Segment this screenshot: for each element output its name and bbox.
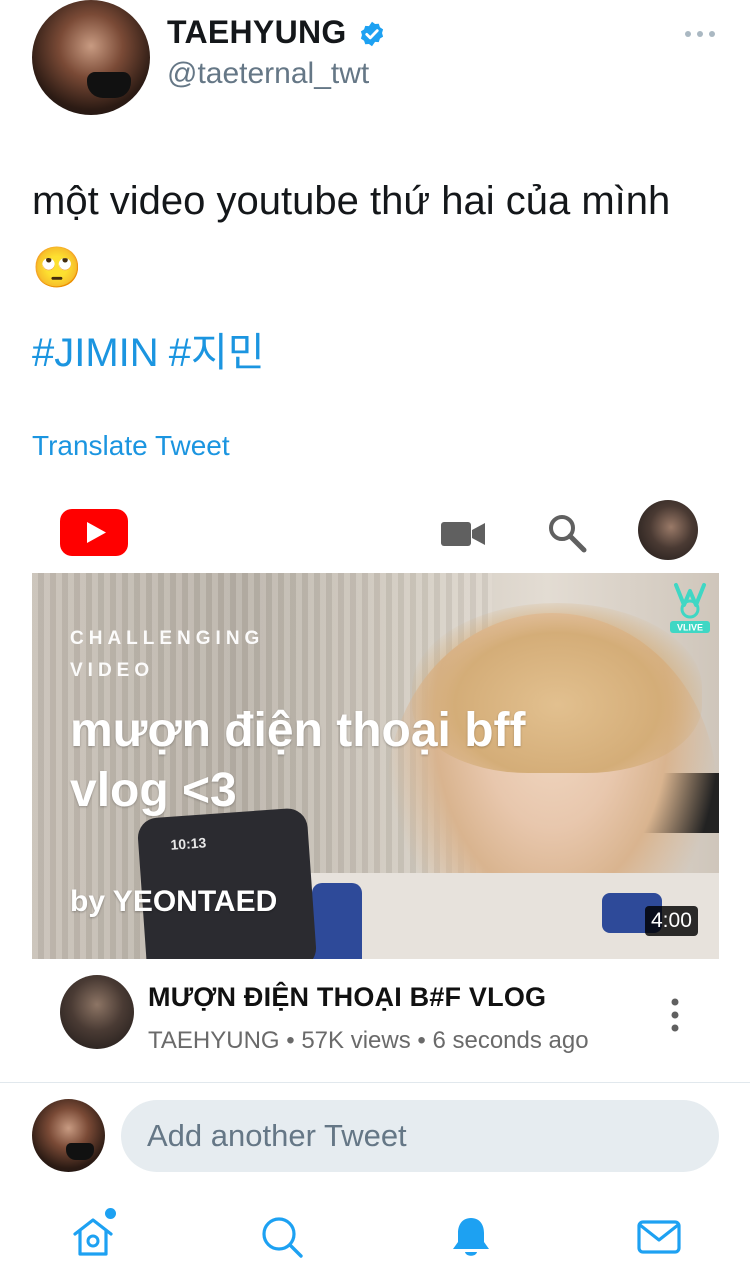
phone-clock: 10:13 xyxy=(169,834,207,853)
video-duration: 4:00 xyxy=(645,906,698,936)
translate-tweet-link[interactable]: Translate Tweet xyxy=(32,430,230,462)
camera-icon[interactable] xyxy=(441,520,485,548)
video-thumbnail[interactable]: 10:13 CHALLENGING VIDEO mượn điện thoại … xyxy=(32,573,719,959)
notifications-bell-icon[interactable] xyxy=(448,1214,494,1260)
search-icon[interactable] xyxy=(546,512,588,554)
hashtag-link[interactable]: #JIMIN xyxy=(32,331,159,375)
vlive-badge-text: VLIVE xyxy=(677,623,703,633)
kebab-icon[interactable] xyxy=(666,997,684,1033)
mail-icon[interactable] xyxy=(636,1214,682,1260)
view-count: 57K views xyxy=(301,1027,411,1054)
hashtag-link[interactable]: #지민 xyxy=(169,331,265,375)
video-meta: TAEHYUNG • 57K views • 6 seconds ago xyxy=(148,1027,589,1055)
search-icon[interactable] xyxy=(259,1214,305,1260)
channel-name[interactable]: TAEHYUNG xyxy=(148,1027,280,1054)
section-divider xyxy=(0,1082,750,1083)
thumbnail-headline: mượn điện thoại bff vlog <3 xyxy=(70,704,526,817)
add-tweet-input[interactable] xyxy=(121,1100,719,1172)
unread-indicator xyxy=(105,1208,116,1219)
tweet-text: một video youtube thứ hai của mình 🙄 xyxy=(32,179,671,290)
thumbnail-byline: by YEONTAED xyxy=(70,885,278,918)
current-user-avatar[interactable] xyxy=(32,1099,105,1172)
home-icon[interactable] xyxy=(70,1214,116,1260)
avatar-mask xyxy=(87,72,131,98)
youtube-logo-icon[interactable] xyxy=(60,509,128,556)
thumbnail-tag: CHALLENGING xyxy=(70,628,265,649)
youtube-account-avatar[interactable] xyxy=(638,500,698,560)
channel-avatar[interactable] xyxy=(60,975,134,1049)
meta-separator: • xyxy=(279,1027,302,1054)
meta-separator: • xyxy=(410,1027,433,1054)
author-handle[interactable]: @taeternal_twt xyxy=(167,57,369,91)
author-avatar[interactable] xyxy=(32,0,150,115)
video-title[interactable]: MƯỢN ĐIỆN THOẠI B#F VLOG xyxy=(148,982,546,1013)
thumbnail-tag: VIDEO xyxy=(70,660,155,681)
vlive-logo-icon: VLIVE xyxy=(670,583,710,633)
author-name[interactable]: TAEHYUNG xyxy=(167,14,347,51)
more-icon[interactable] xyxy=(684,28,716,40)
verified-badge-icon xyxy=(360,21,384,47)
upload-age: 6 seconds ago xyxy=(432,1027,589,1054)
hashtag-row: #JIMIN #지민 xyxy=(32,320,275,378)
avatar-mask xyxy=(66,1143,94,1160)
sweater-pattern xyxy=(312,883,362,959)
phone-in-hand: 10:13 xyxy=(136,807,318,959)
